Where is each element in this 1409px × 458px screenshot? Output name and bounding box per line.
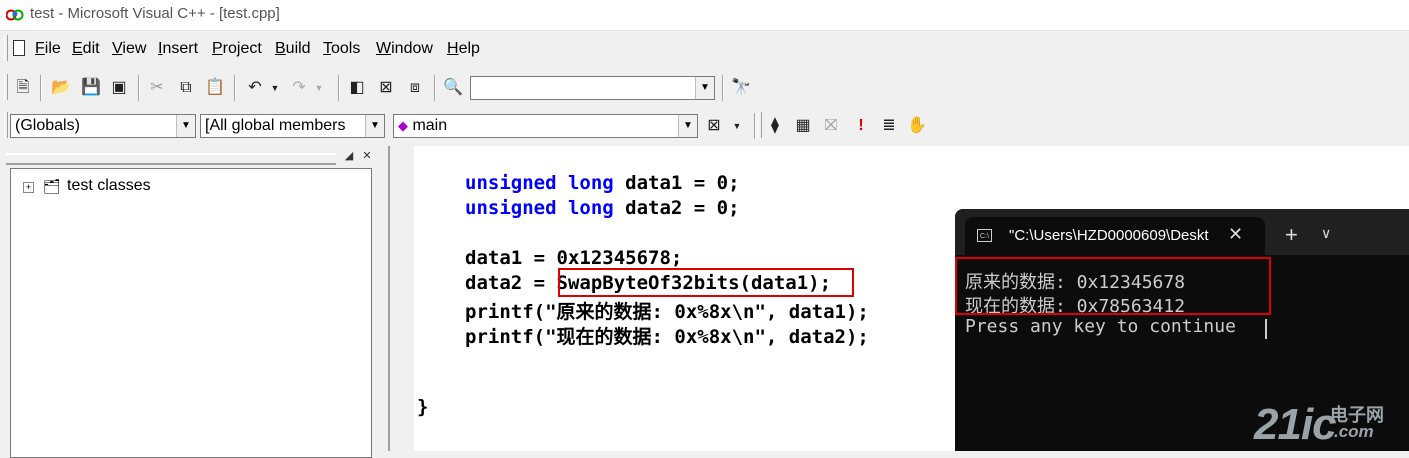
keyword: unsigned long [465, 172, 614, 194]
code-line-2[interactable]: unsigned long data2 = 0; [465, 197, 740, 219]
editor-gutter [390, 146, 414, 451]
menubar-grip[interactable] [4, 35, 8, 61]
toolbar-grip[interactable] [4, 74, 8, 100]
closing-brace[interactable]: } [417, 396, 428, 418]
toolbar-separator [234, 75, 236, 101]
compile-icon[interactable]: ⧫ [764, 115, 786, 137]
watermark-com: .com [1334, 422, 1374, 441]
toolbar-separator [338, 75, 340, 101]
toolbar-separator [434, 75, 436, 101]
function-combo[interactable]: ◆ main ▼ [393, 114, 698, 138]
members-combo[interactable]: [All global members ▼ [200, 114, 385, 138]
expand-icon[interactable]: + [23, 182, 34, 193]
go-icon[interactable]: ≣ [878, 115, 900, 137]
workspace-grip[interactable] [6, 153, 336, 165]
cut-icon[interactable]: ✂ [146, 77, 168, 99]
window-list-icon[interactable]: ⧈ [404, 77, 426, 99]
find-icon[interactable]: 🔭 [730, 77, 752, 99]
save-all-icon[interactable]: ▣ [108, 77, 130, 99]
class-tree[interactable]: + 🗂 test classes [10, 168, 372, 458]
terminal-tab[interactable]: C:\ "C:\Users\HZD0000609\Deskt ✕ [965, 217, 1265, 255]
close-tab-icon[interactable]: ✕ [1228, 224, 1243, 245]
standard-toolbar: 🗎 📂 💾 ▣ ✂ ⧉ 📋 ↶ ▼ ↷ ▼ ◧ ⊠ ⧈ 🔍 ▼ 🔭 [0, 70, 1409, 106]
toolbar-separator [138, 75, 140, 101]
menu-tools[interactable]: Tools [323, 40, 360, 58]
wizard-dropdown-icon[interactable]: ▼ [726, 115, 748, 137]
menu-project[interactable]: Project [212, 40, 262, 58]
toolbar-separator [722, 75, 724, 101]
toolbar-separator [40, 75, 42, 101]
terminal-cursor [1265, 319, 1267, 339]
build-icon[interactable]: ▦ [792, 115, 814, 137]
workspace-icon[interactable]: ◧ [346, 77, 368, 99]
watermark-text: 21ic [1254, 400, 1337, 449]
scope-combo-value: (Globals) [15, 117, 80, 134]
find-combo[interactable]: ▼ [470, 76, 715, 100]
visual-cpp-icon [6, 9, 24, 21]
title-bar: test - Microsoft Visual C++ - [test.cpp] [0, 0, 1409, 31]
chevron-down-icon[interactable]: ▼ [678, 115, 697, 137]
toolbar-separator [754, 113, 756, 139]
copy-icon[interactable]: ⧉ [175, 77, 197, 99]
undo-icon[interactable]: ↶ [244, 77, 266, 99]
chevron-down-icon[interactable]: ▼ [695, 77, 714, 99]
terminal-tab-title: "C:\Users\HZD0000609\Deskt [1009, 227, 1209, 244]
menu-bar: File Edit View Insert Project Build Tool… [0, 32, 1409, 66]
toolbar-grip[interactable] [758, 112, 762, 138]
terminal-tab-bar: C:\ "C:\Users\HZD0000609\Deskt ✕ + ∨ [955, 209, 1409, 255]
execute-icon[interactable]: ! [850, 115, 872, 137]
code-line-5[interactable]: printf("原来的数据: 0x%8x\n", data1); [465, 297, 869, 324]
window-title: test - Microsoft Visual C++ - [test.cpp] [30, 5, 280, 22]
breakpoint-hand-icon[interactable]: ✋ [906, 115, 928, 137]
chevron-down-icon[interactable]: ∨ [1321, 225, 1331, 242]
menu-view[interactable]: View [112, 40, 146, 58]
chevron-down-icon[interactable]: ▼ [176, 115, 195, 137]
document-icon[interactable] [13, 40, 25, 56]
code-text: data1 = 0; [613, 172, 740, 194]
menu-insert[interactable]: Insert [158, 40, 198, 58]
workspace-close-icon[interactable]: ✕ [360, 150, 374, 163]
paste-icon[interactable]: 📋 [204, 77, 226, 99]
new-file-icon[interactable]: 🗎 [12, 77, 34, 99]
code-line-6[interactable]: printf("现在的数据: 0x%8x\n", data2); [465, 322, 869, 349]
chevron-down-icon[interactable]: ▼ [365, 115, 384, 137]
classes-icon: 🗂 [43, 178, 61, 194]
redo-icon[interactable]: ↷ [288, 77, 310, 99]
redo-dropdown-icon[interactable]: ▼ [308, 77, 330, 99]
function-combo-value: main [412, 117, 448, 134]
keyword: unsigned long [465, 197, 614, 219]
code-line-1[interactable]: unsigned long data1 = 0; [465, 172, 740, 194]
scope-combo[interactable]: (Globals) ▼ [10, 114, 196, 138]
workspace-pane: ◢ ✕ + 🗂 test classes [0, 146, 384, 458]
stop-build-icon[interactable]: ⛝ [820, 115, 842, 137]
watermark-logo: 21ic 电子网 .com [1254, 398, 1404, 449]
wizardbar-toolbar: (Globals) ▼ [All global members ▼ ◆ main… [0, 108, 1409, 144]
function-icon: ◆ [398, 118, 408, 133]
menu-window[interactable]: Window [376, 40, 433, 58]
save-icon[interactable]: 💾 [80, 77, 102, 99]
new-tab-icon[interactable]: + [1285, 224, 1298, 246]
workspace-header: ◢ ✕ [6, 150, 376, 165]
menu-edit[interactable]: Edit [72, 40, 100, 58]
menu-build[interactable]: Build [275, 40, 311, 58]
terminal-output-line-3: Press any key to continue [965, 316, 1236, 337]
highlight-swap-call [558, 268, 854, 297]
code-text: data2 = 0; [613, 197, 740, 219]
terminal-icon: C:\ [977, 229, 992, 242]
output-window-icon[interactable]: ⊠ [375, 77, 397, 99]
code-text: data2 = [465, 272, 557, 294]
tree-root-label[interactable]: test classes [67, 177, 151, 195]
menu-help[interactable]: Help [447, 40, 480, 58]
menu-file[interactable]: File [35, 40, 61, 58]
find-in-files-icon[interactable]: 🔍 [442, 77, 464, 99]
code-line-3[interactable]: data1 = 0x12345678; [465, 247, 682, 269]
members-combo-value: [All global members [205, 117, 346, 134]
open-folder-icon[interactable]: 📂 [50, 77, 72, 99]
wizard-action-icon[interactable]: ⊠ [703, 115, 725, 137]
toolbar-grip[interactable] [4, 112, 8, 138]
highlight-output [955, 257, 1271, 315]
undo-dropdown-icon[interactable]: ▼ [264, 77, 286, 99]
workspace-dock-icon[interactable]: ◢ [342, 150, 356, 163]
